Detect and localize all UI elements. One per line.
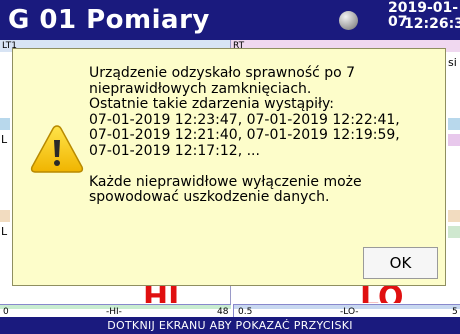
right-edge-marker <box>448 226 460 238</box>
scale-right: 0.5 -LO- 5 <box>233 304 460 318</box>
alarm-value-hi: HI <box>143 283 180 303</box>
message-line: Urządzenie odzyskało sprawność po 7 <box>89 65 356 81</box>
left-edge-marker <box>0 210 10 222</box>
header-time: 12:26:36 <box>404 16 460 32</box>
message-line: 07-01-2019 12:23:47, 07-01-2019 12:22:41… <box>89 111 400 128</box>
message-note-line: spowodować uszkodzenie danych. <box>89 189 330 205</box>
right-edge-marker <box>448 118 460 130</box>
message-line: nieprawidłowych zamknięciach. <box>89 80 312 97</box>
message-note-line: Każde nieprawidłowe wyłączenie może <box>89 173 362 190</box>
dialog-message: Urządzenie odzyskało sprawność po 7 niep… <box>89 65 439 206</box>
left-edge-label: L <box>1 133 8 146</box>
message-line: 07-01-2019 12:21:40, 07-01-2019 12:19:59… <box>89 127 400 143</box>
screen-title: G 01 Pomiary <box>8 5 210 35</box>
scale-left: 0 -HI- 48 <box>0 304 231 318</box>
left-edge-marker <box>0 118 10 130</box>
title-bar: G 01 Pomiary 2019-01-07 12:26:36 <box>0 0 460 40</box>
message-line: 07-01-2019 12:17:12, ... <box>89 142 260 159</box>
warning-icon <box>30 125 84 173</box>
touch-prompt[interactable]: DOTKNIJ EKRANU ABY POKAZAĆ PRZYCISKI <box>0 317 460 334</box>
right-edge-marker <box>448 134 460 146</box>
message-line: Ostatnie takie zdarzenia wystąpiły: <box>89 96 334 112</box>
left-edge-label: L <box>1 225 8 238</box>
right-edge-label: si <box>448 56 457 69</box>
status-led-icon <box>339 11 358 30</box>
right-edge-marker <box>448 210 460 222</box>
ok-button[interactable]: OK <box>363 247 438 279</box>
alarm-value-lo: LO <box>360 283 404 303</box>
